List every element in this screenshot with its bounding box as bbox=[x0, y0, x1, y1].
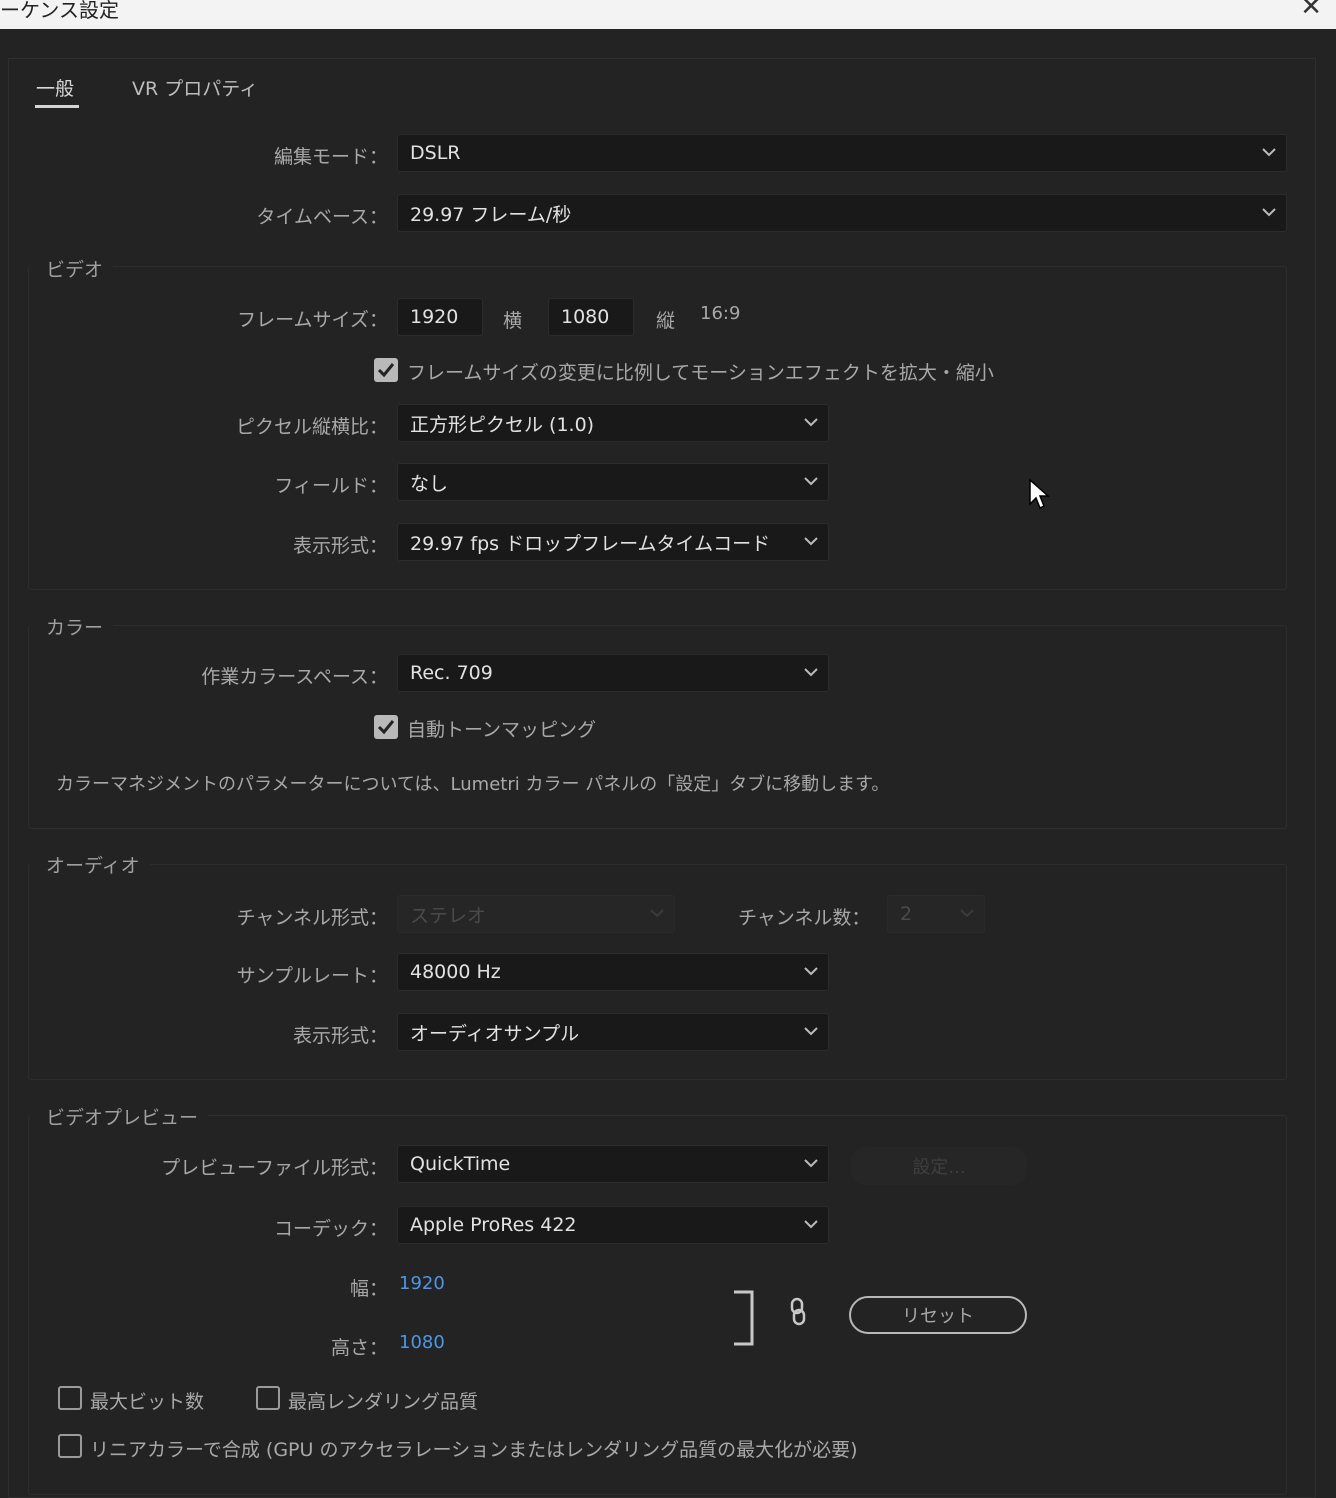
horizontal-label: 横 bbox=[503, 310, 523, 332]
chevron-down-icon bbox=[1262, 208, 1276, 217]
preview-file-format-label: プレビューファイル形式： bbox=[161, 1157, 388, 1179]
working-space-label: 作業カラースペース： bbox=[201, 666, 388, 688]
chevron-down-icon bbox=[804, 1159, 818, 1168]
chevron-down-icon bbox=[960, 909, 974, 918]
frame-height-input[interactable]: 1080 bbox=[548, 298, 634, 336]
title-bar: ーケンス設定 ✕ bbox=[0, 0, 1336, 29]
chevron-down-icon bbox=[650, 909, 664, 918]
mouse-cursor-icon bbox=[1029, 478, 1050, 510]
chevron-down-icon bbox=[804, 967, 818, 976]
video-display-format-label: 表示形式： bbox=[292, 535, 388, 557]
pixel-aspect-select[interactable]: 正方形ピクセル (1.0) bbox=[397, 404, 829, 442]
working-space-select[interactable]: Rec. 709 bbox=[397, 654, 829, 692]
max-bit-depth-label: 最大ビット数 bbox=[90, 1391, 205, 1413]
audio-group-title: オーディオ bbox=[30, 851, 150, 878]
reset-button[interactable]: リセット bbox=[849, 1296, 1027, 1334]
auto-tone-checkbox[interactable] bbox=[374, 715, 398, 739]
aspect-ratio: 16:9 bbox=[700, 303, 741, 324]
linear-color-checkbox[interactable] bbox=[58, 1434, 82, 1458]
max-render-quality-checkbox[interactable] bbox=[256, 1386, 280, 1410]
chevron-down-icon bbox=[804, 418, 818, 427]
fields-value: なし bbox=[410, 472, 449, 495]
channel-count-value: 2 bbox=[900, 903, 913, 925]
codec-value: Apple ProRes 422 bbox=[410, 1214, 577, 1236]
chevron-down-icon bbox=[804, 1220, 818, 1229]
checkmark-icon bbox=[377, 363, 395, 378]
edit-mode-select[interactable]: DSLR bbox=[397, 134, 1287, 172]
fields-label: フィールド： bbox=[274, 475, 388, 497]
window-title: ーケンス設定 bbox=[0, 0, 119, 22]
pixel-aspect-label: ピクセル縦横比： bbox=[235, 416, 388, 438]
max-render-quality-label: 最高レンダリング品質 bbox=[288, 1391, 479, 1413]
chevron-down-icon bbox=[804, 537, 818, 546]
vertical-label: 縦 bbox=[656, 310, 676, 332]
pixel-aspect-value: 正方形ピクセル (1.0) bbox=[410, 413, 595, 436]
preview-settings-button: 設定... bbox=[851, 1147, 1027, 1185]
video-group-title: ビデオ bbox=[30, 255, 114, 282]
channel-count-select: 2 bbox=[887, 895, 985, 933]
codec-label: コーデック： bbox=[273, 1218, 388, 1240]
checkmark-icon bbox=[377, 720, 395, 735]
preview-width-value[interactable]: 1920 bbox=[399, 1273, 445, 1294]
edit-mode-label: 編集モード： bbox=[273, 146, 388, 168]
channel-count-label: チャンネル数： bbox=[738, 907, 871, 929]
chevron-down-icon bbox=[804, 1027, 818, 1036]
channel-format-value: ステレオ bbox=[410, 904, 487, 927]
audio-display-format-select[interactable]: オーディオサンプル bbox=[397, 1013, 829, 1051]
color-management-note: カラーマネジメントのパラメーターについては、Lumetri カラー パネルの「設… bbox=[56, 774, 890, 795]
tab-general[interactable]: 一般 bbox=[36, 74, 74, 101]
tab-vr-properties[interactable]: VR プロパティ bbox=[132, 74, 258, 101]
scale-motion-label: フレームサイズの変更に比例してモーションエフェクトを拡大・縮小 bbox=[407, 362, 994, 384]
preview-file-format-value: QuickTime bbox=[410, 1153, 511, 1175]
audio-display-format-label: 表示形式： bbox=[292, 1025, 388, 1047]
frame-width-value: 1920 bbox=[410, 306, 459, 328]
fields-select[interactable]: なし bbox=[397, 463, 829, 501]
timebase-label: タイムベース： bbox=[256, 206, 388, 228]
auto-tone-label: 自動トーンマッピング bbox=[407, 719, 597, 741]
video-display-format-select[interactable]: 29.97 fps ドロップフレームタイムコード bbox=[397, 523, 829, 561]
preview-file-format-select[interactable]: QuickTime bbox=[397, 1145, 829, 1183]
color-group-title: カラー bbox=[30, 613, 114, 640]
video-preview-group-title: ビデオプレビュー bbox=[30, 1103, 209, 1130]
max-bit-depth-checkbox[interactable] bbox=[58, 1386, 82, 1410]
codec-select[interactable]: Apple ProRes 422 bbox=[397, 1206, 829, 1244]
sample-rate-select[interactable]: 48000 Hz bbox=[397, 953, 829, 991]
chevron-down-icon bbox=[804, 668, 818, 677]
active-tab-indicator bbox=[35, 105, 79, 108]
frame-size-label: フレームサイズ： bbox=[237, 309, 388, 331]
timebase-select[interactable]: 29.97 フレーム/秒 bbox=[397, 194, 1287, 232]
video-display-format-value: 29.97 fps ドロップフレームタイムコード bbox=[410, 532, 771, 555]
frame-width-input[interactable]: 1920 bbox=[397, 298, 483, 336]
chevron-down-icon bbox=[804, 477, 818, 486]
channel-format-select: ステレオ bbox=[397, 895, 675, 933]
sample-rate-value: 48000 Hz bbox=[410, 961, 501, 983]
sample-rate-label: サンプルレート： bbox=[236, 965, 388, 987]
chain-link-icon[interactable] bbox=[788, 1297, 808, 1327]
working-space-value: Rec. 709 bbox=[410, 662, 493, 684]
chevron-down-icon bbox=[1262, 148, 1276, 157]
channel-format-label: チャンネル形式： bbox=[236, 907, 388, 929]
preview-height-label: 高さ： bbox=[330, 1337, 388, 1359]
linear-color-label: リニアカラーで合成 (GPU のアクセラレーションまたはレンダリング品質の最大化… bbox=[90, 1439, 858, 1461]
link-bracket-icon bbox=[734, 1290, 754, 1346]
timebase-value: 29.97 フレーム/秒 bbox=[410, 203, 572, 226]
audio-display-format-value: オーディオサンプル bbox=[410, 1022, 580, 1045]
close-icon[interactable]: ✕ bbox=[1300, 0, 1322, 22]
preview-width-label: 幅： bbox=[349, 1278, 388, 1300]
edit-mode-value: DSLR bbox=[410, 142, 461, 164]
preview-height-value[interactable]: 1080 bbox=[399, 1332, 445, 1353]
scale-motion-checkbox[interactable] bbox=[374, 358, 398, 382]
frame-height-value: 1080 bbox=[561, 306, 610, 328]
